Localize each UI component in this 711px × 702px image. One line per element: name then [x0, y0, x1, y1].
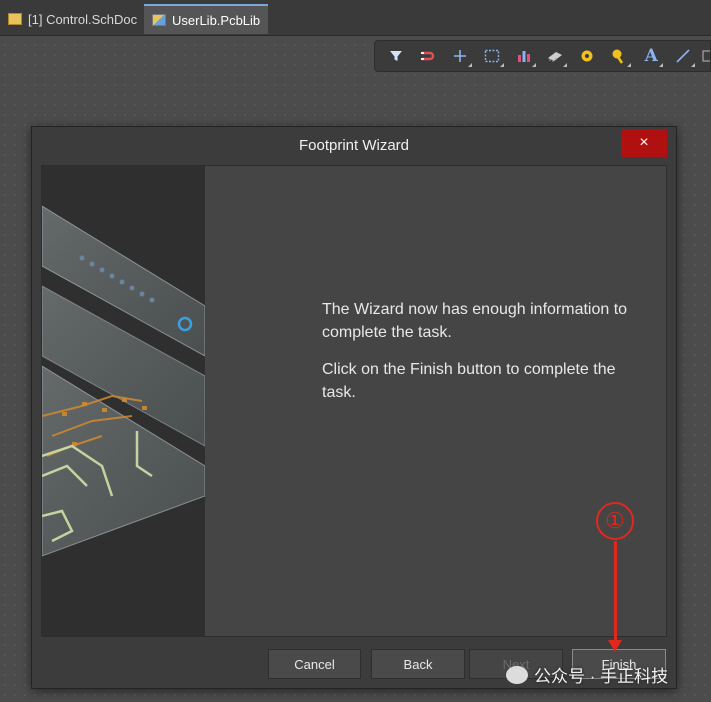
add-button[interactable]	[447, 43, 473, 69]
footprint-wizard-dialog: Footprint Wizard × The Wizard now has en…	[31, 126, 677, 689]
active-bar-toolbar: A	[374, 40, 711, 72]
snap-button[interactable]	[415, 43, 441, 69]
annotation-arrow-line	[614, 541, 617, 642]
wizard-message: The Wizard now has enough information to…	[322, 298, 632, 418]
document-tab-bar: [1] Control.SchDoc UserLib.PcbLib	[0, 0, 711, 36]
back-button[interactable]: Back	[371, 649, 465, 679]
select-button[interactable]	[479, 43, 505, 69]
line-icon	[676, 49, 690, 63]
wechat-logo-icon	[506, 665, 528, 684]
pad-icon	[581, 50, 593, 62]
align-button[interactable]	[511, 43, 537, 69]
place-text-button[interactable]: A	[638, 43, 664, 69]
pcb-lib-icon	[152, 14, 166, 26]
tab-label: [1] Control.SchDoc	[28, 11, 138, 27]
schematic-doc-icon	[8, 13, 22, 25]
toolbar-overflow-button[interactable]	[702, 43, 711, 69]
text-icon: A	[644, 46, 658, 66]
dialog-title: Footprint Wizard	[298, 136, 410, 154]
select-rect-icon	[484, 49, 499, 63]
chart-icon	[517, 51, 530, 62]
cancel-button[interactable]: Cancel	[268, 649, 361, 679]
tab-label: UserLib.PcbLib	[172, 12, 261, 28]
place-line-button[interactable]	[670, 43, 696, 69]
pcb-layers-illustration	[42, 166, 205, 636]
filter-button[interactable]	[383, 43, 409, 69]
plus-icon	[453, 50, 466, 62]
tab-control-schdoc[interactable]: [1] Control.SchDoc	[0, 4, 145, 34]
annotation-arrow-head	[608, 640, 622, 652]
square-icon	[702, 50, 711, 62]
via-icon	[612, 49, 624, 64]
component-icon	[548, 52, 563, 62]
wizard-content-panel: The Wizard now has enough information to…	[41, 165, 667, 637]
place-via-button[interactable]	[606, 43, 632, 69]
pcb-layers-graphic	[42, 166, 205, 636]
place-component-button[interactable]	[543, 43, 569, 69]
message-line-2: Click on the Finish button to complete t…	[322, 361, 616, 401]
close-button[interactable]: ×	[621, 129, 667, 157]
message-line-1: The Wizard now has enough information to…	[322, 301, 628, 341]
watermark-text: 公众号 · 手正科技	[534, 667, 669, 686]
filter-icon	[389, 51, 402, 61]
tab-userlib-pcblib[interactable]: UserLib.PcbLib	[144, 4, 269, 34]
watermark: 公众号 · 手正科技	[506, 662, 668, 687]
close-icon: ×	[639, 134, 649, 151]
place-pad-button[interactable]	[574, 43, 600, 69]
annotation-step-marker: ①	[596, 502, 634, 540]
magnet-icon	[420, 51, 435, 61]
